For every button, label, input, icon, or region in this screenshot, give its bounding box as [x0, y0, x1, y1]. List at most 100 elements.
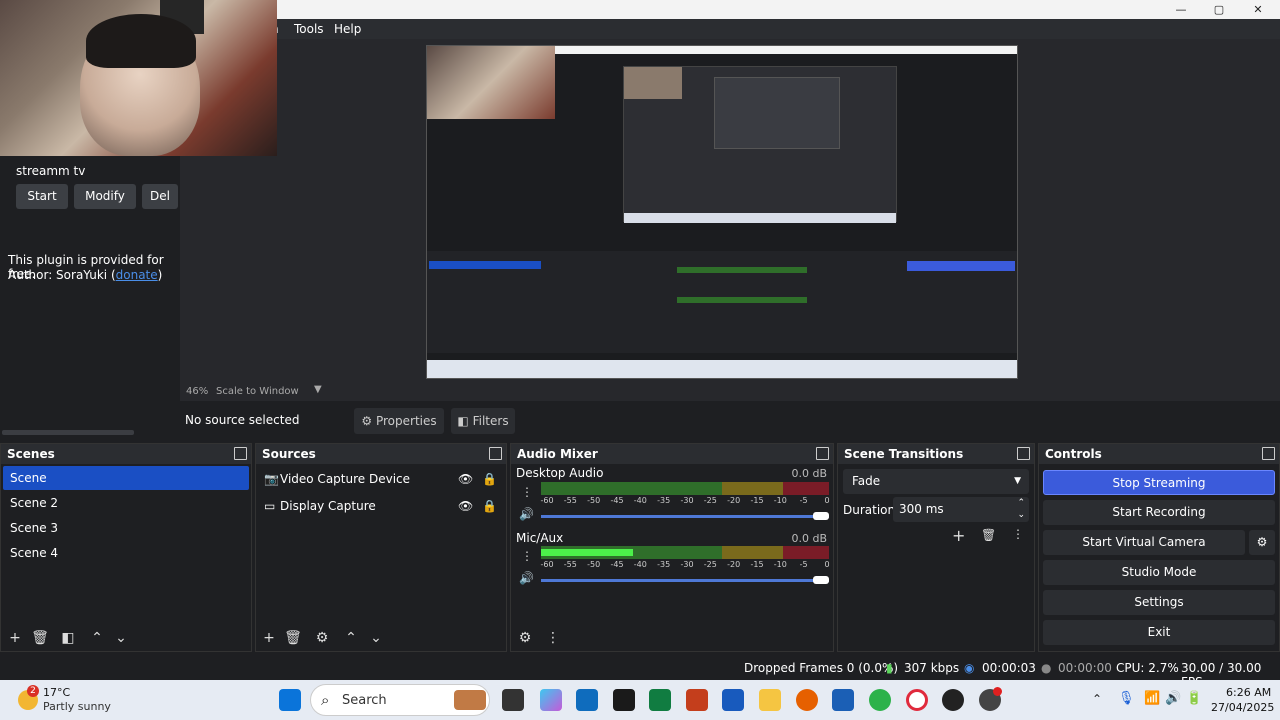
trash-icon[interactable]: 🗑 [283, 629, 303, 647]
word-icon[interactable] [722, 689, 744, 711]
settings-button[interactable]: Settings [1043, 590, 1275, 615]
tray-chevron-up-icon[interactable]: ⌃ [1092, 692, 1102, 706]
nested-docks [427, 251, 1017, 353]
eye-icon[interactable]: 👁 [458, 467, 473, 491]
chevron-up-icon[interactable]: ⌃ [87, 629, 107, 647]
outlook-icon[interactable] [576, 689, 598, 711]
volume-slider[interactable] [541, 576, 829, 584]
plugin-modify-button[interactable]: Modify [74, 184, 136, 209]
powerpoint-icon[interactable] [686, 689, 708, 711]
windows-start-icon[interactable] [279, 689, 301, 711]
sources-toolbar: + 🗑 ⚙ ⌃ ⌄ [256, 625, 506, 651]
scale-mode[interactable]: Scale to Window [216, 386, 299, 397]
add-icon[interactable]: + [952, 526, 965, 545]
duration-spinbox[interactable]: 300 ms ⌃ ⌄ [893, 497, 1029, 522]
kebab-menu-icon[interactable]: ⋮ [1012, 527, 1024, 541]
filter-icon[interactable]: ◧ [58, 629, 78, 647]
windows-taskbar: 2 17°C Partly sunny ⌕ Search ⌃ 🎙 📶 🔊 🔋 6… [0, 680, 1280, 720]
scale-tick: -55 [563, 560, 577, 569]
float-icon[interactable] [1262, 447, 1275, 460]
gear-icon[interactable]: ⚙ [312, 629, 332, 647]
exit-button[interactable]: Exit [1043, 620, 1275, 645]
trash-icon[interactable]: 🗑 [30, 629, 50, 647]
gear-icon[interactable]: ⚙ [1249, 530, 1275, 555]
file-explorer-icon[interactable] [759, 689, 781, 711]
minimize-button[interactable]: — [1161, 0, 1201, 19]
scale-dropdown-icon[interactable]: ▼ [314, 384, 322, 395]
clock-time[interactable]: 6:26 AM [1226, 686, 1271, 699]
volume-knob[interactable] [813, 576, 829, 584]
start-recording-button[interactable]: Start Recording [1043, 500, 1275, 525]
float-icon[interactable] [234, 447, 247, 460]
eye-icon[interactable]: 👁 [458, 494, 473, 518]
source-item[interactable]: 📷 Video Capture Device 👁 🔒 [258, 467, 504, 491]
lock-icon[interactable]: 🔒 [482, 494, 497, 518]
opera-icon[interactable] [906, 689, 928, 711]
kebab-menu-icon[interactable]: ⋮ [521, 485, 533, 499]
scale-tick: -60 [540, 560, 554, 569]
spin-down-icon[interactable]: ⌄ [1017, 503, 1025, 528]
properties-button[interactable]: ⚙ Properties [354, 408, 444, 434]
taskbar-search[interactable]: ⌕ Search [310, 684, 490, 716]
notion-icon[interactable] [613, 689, 635, 711]
bitrate: 307 kbps [904, 661, 960, 675]
speaker-icon[interactable]: 🔊 [519, 507, 534, 521]
kebab-menu-icon[interactable]: ⋮ [543, 629, 563, 647]
plugin-delete-button[interactable]: Del [142, 184, 178, 209]
transition-select[interactable]: Fade ▼ [843, 469, 1029, 494]
volume-knob[interactable] [813, 512, 829, 520]
studio-mode-button[interactable]: Studio Mode [1043, 560, 1275, 585]
obs-icon[interactable] [942, 689, 964, 711]
copilot-icon[interactable] [540, 689, 562, 711]
filters-button[interactable]: ◧ Filters [451, 408, 515, 434]
close-button[interactable]: ✕ [1238, 0, 1278, 19]
speaker-icon[interactable]: 🔊 [519, 571, 534, 585]
menu-item-help[interactable]: Help [334, 19, 361, 39]
donate-link[interactable]: donate [116, 268, 158, 282]
add-icon[interactable]: + [259, 629, 279, 647]
chevron-down-icon[interactable]: ⌄ [111, 629, 131, 647]
trash-icon[interactable]: 🗑 [981, 528, 996, 542]
float-icon[interactable] [489, 447, 502, 460]
excel-icon[interactable] [649, 689, 671, 711]
chrome-icon[interactable] [869, 689, 891, 711]
menu-item-tools[interactable]: Tools [294, 19, 324, 39]
chevron-down-icon[interactable]: ⌄ [366, 629, 386, 647]
float-icon[interactable] [1017, 447, 1030, 460]
stop-streaming-button[interactable]: Stop Streaming [1043, 470, 1275, 495]
float-icon[interactable] [816, 447, 829, 460]
nested-taskbar [427, 360, 1017, 378]
task-view-icon[interactable] [502, 689, 524, 711]
scene-item[interactable]: Scene 3 [3, 516, 249, 540]
microphone-icon[interactable]: 🎙 [1118, 691, 1135, 706]
add-icon[interactable]: + [5, 629, 25, 647]
dropped-frames: Dropped Frames 0 (0.0%) [744, 661, 899, 675]
source-item[interactable]: ▭ Display Capture 👁 🔒 [258, 494, 504, 518]
scale-tick: -45 [610, 560, 624, 569]
chevron-up-icon[interactable]: ⌃ [341, 629, 361, 647]
advanced-audio-icon[interactable]: ⚙ [515, 629, 535, 647]
scale-tick: -60 [540, 496, 554, 505]
volume-icon[interactable]: 🔊 [1165, 691, 1181, 706]
kebab-menu-icon[interactable]: ⋮ [521, 549, 533, 563]
cpu-usage: CPU: 2.7% [1116, 661, 1179, 675]
scene-item[interactable]: Scene 4 [3, 541, 249, 565]
clock-date[interactable]: 27/04/2025 [1211, 701, 1274, 714]
nested-webcam-inner [624, 67, 682, 99]
start-virtual-camera-button[interactable]: Start Virtual Camera [1043, 530, 1245, 555]
firefox-icon[interactable] [796, 689, 818, 711]
scene-item[interactable]: Scene 2 [3, 491, 249, 515]
volume-slider[interactable] [541, 512, 829, 520]
sources-title: Sources [262, 447, 316, 461]
plugin-start-button[interactable]: Start [16, 184, 68, 209]
battery-icon[interactable]: 🔋 [1186, 691, 1202, 706]
mixer-toolbar: ⚙ ⋮ [511, 625, 833, 651]
store-icon[interactable] [832, 689, 854, 711]
scene-item[interactable]: Scene [3, 466, 249, 490]
maximize-button[interactable]: ▢ [1199, 0, 1239, 19]
filter-icon: ◧ [457, 414, 469, 428]
plugin-dock-scrollbar[interactable] [2, 430, 134, 435]
wifi-icon[interactable]: 📶 [1144, 691, 1160, 706]
zoom-level: 46% [186, 386, 209, 397]
lock-icon[interactable]: 🔒 [482, 467, 497, 491]
